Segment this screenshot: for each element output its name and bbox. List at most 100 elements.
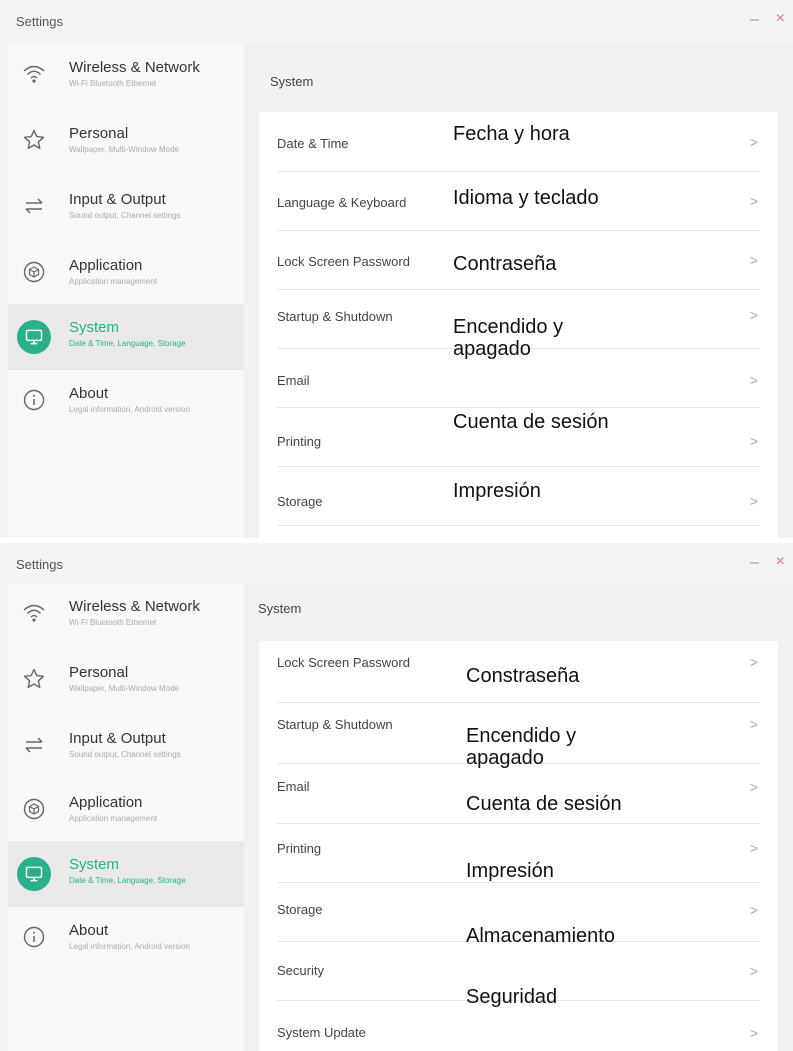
list-item-label: Startup & Shutdown [277, 717, 393, 732]
star-icon [20, 665, 48, 693]
section-title: System [270, 74, 314, 89]
sidebar-item-subtitle: Application management [69, 814, 158, 823]
translation-annotation-line: Encendido y [453, 316, 564, 338]
chevron-right-icon: > [749, 372, 758, 388]
list-item-label: Email [277, 373, 310, 388]
info-icon [20, 923, 48, 951]
sidebar-item-label: Wireless & Network [69, 598, 200, 615]
translation-annotation: Cuenta de sesión [466, 793, 622, 815]
translation-annotation: Impresión [466, 860, 554, 882]
minimize-button[interactable]: – [750, 553, 759, 573]
cube-icon [20, 795, 48, 823]
chevron-right-icon: > [749, 654, 758, 670]
translation-annotation-line: apagado [466, 747, 544, 769]
list-item-label: Security [277, 963, 324, 978]
sidebar-item-subtitle: Date & Time, Language, Storage [69, 876, 186, 885]
chevron-right-icon: > [749, 963, 758, 979]
sidebar-item-system[interactable]: System Date & Time, Language, Storage [8, 841, 244, 907]
translation-annotation: Seguridad [466, 986, 558, 1008]
sidebar-item-system[interactable]: System Date & Time, Language, Storage [8, 304, 244, 370]
close-button[interactable]: × [776, 552, 785, 572]
sidebar-item-subtitle: Sound output, Channel settings [69, 750, 181, 759]
window-title: Settings [16, 557, 63, 572]
monitor-icon [17, 857, 51, 891]
close-button[interactable]: × [776, 9, 785, 29]
chevron-right-icon: > [749, 779, 758, 795]
sidebar-item-personal[interactable]: Personal Wallpaper, Multi-Window Mode [8, 649, 244, 715]
wifi-icon [20, 60, 48, 88]
translation-annotation: Contraseña [453, 253, 557, 275]
sidebar-item-wireless-network[interactable]: Wireless & Network Wi-Fi Bluetooth Ether… [8, 583, 244, 649]
translation-annotation: Encendido y apagado [466, 725, 576, 769]
window-title: Settings [16, 14, 63, 29]
sidebar-item-application[interactable]: Application Application management [8, 242, 244, 308]
list-item-label: Date & Time [277, 136, 349, 151]
sidebar-item-subtitle: Legal information, Android version [69, 942, 190, 951]
cube-icon [20, 258, 48, 286]
translation-annotation-line: apagado [453, 338, 531, 360]
main-panel: System Lock Screen Password > Startup & … [244, 583, 793, 1051]
list-item-label: Printing [277, 841, 322, 856]
translation-annotation: Constraseña [466, 665, 580, 687]
sidebar-item-wireless-network[interactable]: Wireless & Network Wi-Fi Bluetooth Ether… [8, 44, 244, 110]
star-icon [20, 126, 48, 154]
list-item-label: Language & Keyboard [277, 195, 407, 210]
swap-arrows-icon [20, 192, 48, 220]
sidebar-item-personal[interactable]: Personal Wallpaper, Multi-Window Mode [8, 110, 244, 176]
translation-annotation: Encendido y apagado [453, 316, 563, 360]
list-item-label: Lock Screen Password [277, 254, 410, 269]
sidebar-item-subtitle: Date & Time, Language, Storage [69, 339, 186, 348]
sidebar-item-label: Application [69, 257, 143, 274]
sidebar-item-label: System [69, 319, 120, 336]
section-title: System [258, 601, 302, 616]
sidebar-item-subtitle: Sound output, Channel settings [69, 211, 181, 220]
chevron-right-icon: > [749, 193, 758, 209]
translation-annotation-line: Encendido y [466, 725, 577, 747]
chevron-right-icon: > [749, 433, 758, 449]
sidebar-item-subtitle: Legal information, Android version [69, 405, 190, 414]
translation-annotation: Idioma y teclado [453, 187, 599, 209]
sidebar-item-label: About [69, 385, 109, 402]
settings-window-1: Settings – × Wireless & Network Wi-Fi Bl… [0, 0, 793, 538]
list-item-label: Storage [277, 902, 323, 917]
sidebar-item-input-output[interactable]: Input & Output Sound output, Channel set… [8, 715, 244, 781]
chevron-right-icon: > [749, 902, 758, 918]
list-item-label: System Update [277, 1025, 366, 1040]
sidebar-item-about[interactable]: About Legal information, Android version [8, 907, 244, 973]
sidebar: Wireless & Network Wi-Fi Bluetooth Ether… [8, 583, 244, 1051]
sidebar-item-label: Application [69, 794, 143, 811]
sidebar-item-application[interactable]: Application Application management [8, 779, 244, 845]
settings-window-2: Settings – × Wireless & Network Wi-Fi Bl… [0, 543, 793, 1051]
translation-annotation: Cuenta de sesión [453, 411, 609, 433]
sidebar-item-label: Wireless & Network [69, 59, 200, 76]
sidebar-item-subtitle: Wi-Fi Bluetooth Ethernet [69, 79, 157, 88]
chevron-right-icon: > [749, 134, 758, 150]
list-item-label: Lock Screen Password [277, 655, 410, 670]
divider [277, 525, 760, 526]
chevron-right-icon: > [749, 840, 758, 856]
sidebar-item-input-output[interactable]: Input & Output Sound output, Channel set… [8, 176, 244, 242]
sidebar-item-label: Personal [69, 664, 129, 681]
sidebar-item-subtitle: Wallpaper, Multi-Window Mode [69, 145, 179, 154]
sidebar-item-label: System [69, 856, 120, 873]
sidebar-item-label: Input & Output [69, 191, 166, 208]
chevron-right-icon: > [749, 493, 758, 509]
wifi-icon [20, 599, 48, 627]
sidebar-item-subtitle: Wallpaper, Multi-Window Mode [69, 684, 179, 693]
sidebar-item-about[interactable]: About Legal information, Android version [8, 370, 244, 436]
monitor-icon [17, 320, 51, 354]
sidebar-item-subtitle: Application management [69, 277, 158, 286]
sidebar-item-subtitle: Wi-Fi Bluetooth Ethernet [69, 618, 157, 627]
list-item-label: Storage [277, 494, 323, 509]
info-icon [20, 386, 48, 414]
sidebar-item-label: Input & Output [69, 730, 166, 747]
list-item-label: Email [277, 779, 310, 794]
translation-annotation: Impresión [453, 480, 541, 502]
chevron-right-icon: > [749, 307, 758, 323]
title-bar: Settings – × [0, 543, 793, 587]
swap-arrows-icon [20, 731, 48, 759]
minimize-button[interactable]: – [750, 10, 759, 30]
title-bar: Settings – × [0, 0, 793, 44]
chevron-right-icon: > [749, 252, 758, 268]
sidebar: Wireless & Network Wi-Fi Bluetooth Ether… [8, 44, 244, 538]
